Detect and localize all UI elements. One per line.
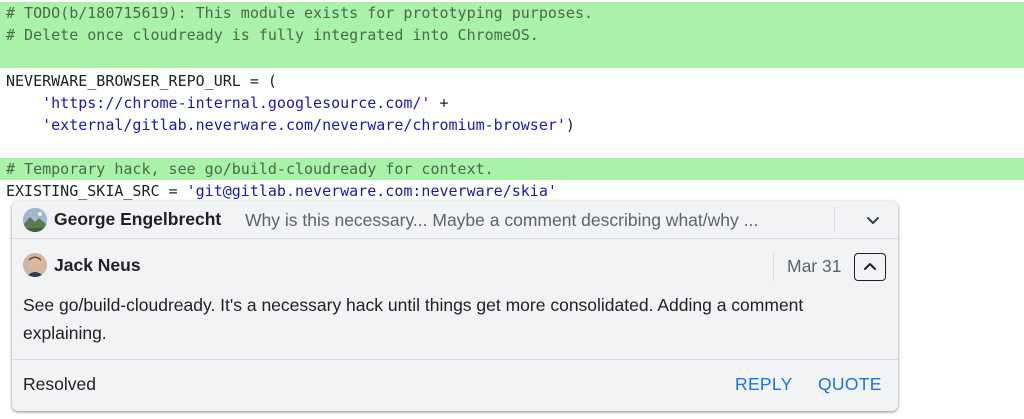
- code-line-1: # TODO(b/180715619): This module exists …: [0, 2, 1024, 24]
- code-line-2: # Delete once cloudready is fully integr…: [0, 24, 1024, 46]
- code-comment: # TODO(b/180715619): This module exists …: [6, 4, 593, 22]
- code-line-7: EXISTING_SKIA_SRC = 'git@gitlab.neverwar…: [0, 180, 1024, 202]
- avatar-george-image: [23, 208, 47, 232]
- resolved-status: Resolved: [23, 374, 96, 394]
- comment-preview[interactable]: Why is this necessary... Maybe a comment…: [245, 210, 835, 231]
- comment-author: George Engelbrecht: [54, 209, 222, 229]
- code-comment: # Delete once cloudready is fully integr…: [6, 26, 539, 44]
- comment-date: Mar 31: [787, 256, 842, 276]
- code-view: # TODO(b/180715619): This module exists …: [0, 0, 1024, 202]
- avatar-jack-image: [23, 253, 47, 277]
- code-line-4: 'https://chrome-internal.googlesource.co…: [0, 92, 1024, 114]
- thread-footer: Resolved REPLY QUOTE: [12, 359, 898, 411]
- code-line-6: # Temporary hack, see go/build-cloudread…: [0, 158, 1024, 180]
- code-line-3: NEVERWARE_BROWSER_REPO_URL = (: [0, 70, 1024, 92]
- code-text: +: [430, 94, 449, 112]
- avatar-jack: [23, 253, 47, 277]
- avatar-george: [23, 208, 47, 232]
- code-text: ): [565, 116, 575, 134]
- chevron-down-icon[interactable]: [862, 209, 884, 231]
- quote-button[interactable]: QUOTE: [818, 374, 882, 395]
- code-comment: # Temporary hack, see go/build-cloudread…: [6, 160, 494, 178]
- code-string: 'external/gitlab.neverware.com/neverware…: [42, 116, 566, 134]
- comment-thread: George Engelbrecht Why is this necessary…: [12, 201, 898, 411]
- comment-body: See go/build-cloudready. It's a necessar…: [23, 295, 804, 343]
- collapse-button[interactable]: [854, 253, 886, 281]
- divider: [773, 253, 774, 281]
- code-string: 'https://chrome-internal.googlesource.co…: [42, 94, 431, 112]
- code-line-blank-added: [0, 46, 1024, 68]
- code-line-5: 'external/gitlab.neverware.com/neverware…: [0, 114, 1024, 136]
- code-text: EXISTING_SKIA_SRC =: [6, 182, 187, 200]
- code-string: 'git@gitlab.neverware.com:neverware/skia…: [186, 182, 557, 200]
- comment-author: Jack Neus: [54, 255, 141, 275]
- divider: [834, 207, 835, 233]
- chevron-up-icon: [864, 263, 876, 270]
- reply-button[interactable]: REPLY: [735, 374, 793, 395]
- code-text: NEVERWARE_BROWSER_REPO_URL = (: [6, 72, 277, 90]
- collapsed-comment[interactable]: George Engelbrecht Why is this necessary…: [12, 201, 898, 239]
